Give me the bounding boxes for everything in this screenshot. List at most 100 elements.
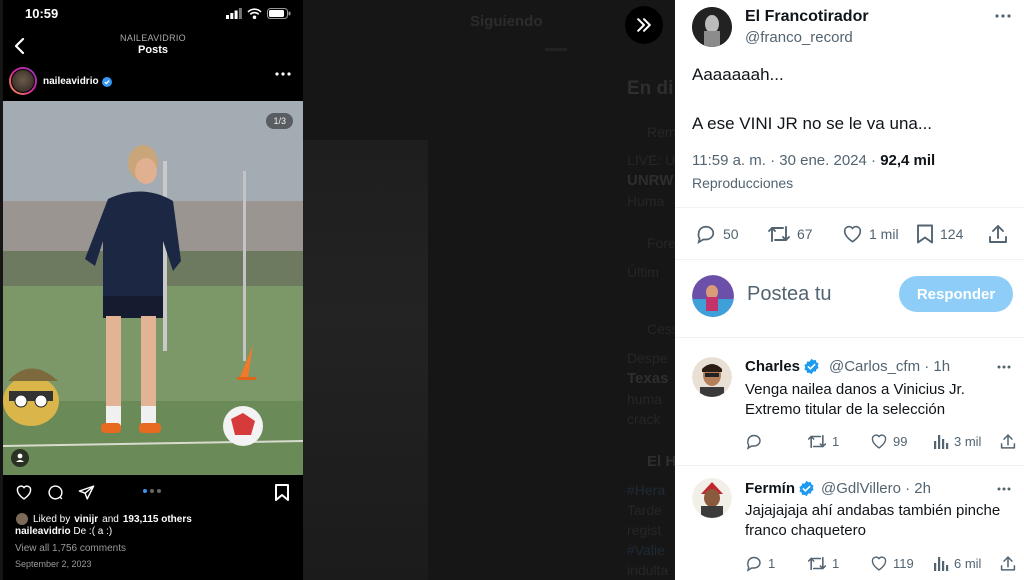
more-horizontal-icon [997,365,1011,369]
profile-username-header: NAILEAVIDRIO [120,33,186,43]
reply-author-avatar[interactable] [692,478,732,518]
reply-views-button[interactable]: 3 mil [933,433,981,449]
reply-button[interactable]: 50 [695,224,739,244]
reply-bubble-icon [695,224,717,244]
author-handle-link[interactable]: naileavidrio [43,76,112,87]
current-user-avatar[interactable] [692,275,734,317]
liked-by-and: and [102,513,119,525]
post-caption: naileavidrio De :( a :) [15,526,112,537]
page-title: Posts [138,44,168,56]
more-horizontal-icon [275,72,291,76]
author-handle[interactable]: @franco_record [745,29,853,46]
author-avatar[interactable] [692,7,732,47]
share-upload-icon [988,224,1008,244]
reply-repost-button[interactable]: 1 [807,433,839,450]
reply-text-line: Jajajajaja ahí andabas también pinche [745,502,1001,519]
reply-reply-button[interactable] [745,433,768,450]
status-bar-icons [226,8,291,19]
more-horizontal-icon [997,487,1011,491]
reply-author-name: Fermín [745,480,796,497]
bookmark-count: 124 [940,226,964,242]
caption-text: De :( a :) [73,526,113,537]
repost-arrows-icon [807,555,827,572]
signal-icon [226,8,242,19]
comment-bubble-icon[interactable] [47,484,64,501]
liked-by-count[interactable]: 193,115 others [123,514,192,525]
repost-button[interactable]: 67 [767,224,813,244]
background-media [303,140,428,580]
post-options-button[interactable] [275,72,291,76]
bookmark-button[interactable]: 124 [916,224,963,244]
tweet-text-line: A ese VINI JR no se le va una... [692,114,933,133]
background-tab-indicator [545,48,567,51]
reply-repost-count: 1 [832,434,840,449]
tweet-timestamp-row: 11:59 a. m. · 30 ene. 2024 · 92,4 mil [692,152,935,169]
verified-badge-icon [798,480,815,497]
reply-options-button[interactable] [997,365,1011,369]
background-trending-line: Huma [627,193,665,209]
analytics-bars-icon [933,555,949,571]
like-heart-icon [870,433,888,449]
reply-count: 50 [723,226,739,242]
instagram-post-screenshot: 10:59 NAILEAVIDRIO Posts naileavidrio 1/… [3,0,303,580]
battery-icon [267,8,291,19]
reply-author-handle[interactable]: @Carlos_cfm · 1h [829,358,950,375]
liked-by-summary[interactable]: Liked by vinijr and 193,115 others [15,512,192,526]
divider [675,259,1024,260]
save-bookmark-button[interactable] [275,484,289,501]
divider [675,207,1024,208]
bookmark-icon [916,224,934,244]
like-button[interactable]: 1 mil [842,224,899,243]
reply-composer-input[interactable]: Postea tu [747,283,832,306]
reply-views-count: 6 mil [954,555,982,571]
background-trending-line: El H [647,453,675,470]
share-paper-plane-icon[interactable] [78,484,95,501]
tweet-thread-panel: El Francotirador @franco_record Aaaaaaah… [675,0,1024,580]
verified-badge-icon [803,358,820,375]
reply-author-avatar[interactable] [692,357,732,397]
person-icon [11,449,29,467]
analytics-bars-icon [933,433,949,449]
like-heart-icon[interactable] [15,484,33,501]
reply-submit-button[interactable]: Responder [899,276,1013,312]
verified-badge-icon [101,76,112,87]
tweet-timestamp[interactable]: 11:59 a. m. · 30 ene. 2024 · [692,152,876,169]
carousel-dot [157,489,161,493]
carousel-dot [150,489,154,493]
reply-like-button[interactable]: 99 [870,433,907,449]
wifi-icon [247,8,262,19]
reply-views-button[interactable]: 6 mil [933,555,981,571]
reply-author-handle[interactable]: @GdlVillero · 2h [821,480,931,497]
reply-reply-button[interactable]: 1 [745,555,775,572]
tweet-views-label: Reproducciones [692,175,794,191]
reply-reply-count: 1 [768,556,776,571]
tweet-options-button[interactable] [995,14,1011,18]
view-all-comments-link[interactable]: View all 1,756 comments [15,543,126,554]
reply-text-line: Extremo titular de la selección [745,401,946,418]
background-tab-title[interactable]: Siguiendo [470,13,543,30]
liked-by-user[interactable]: vinijr [74,514,98,525]
reply-share-button[interactable] [1000,433,1016,450]
share-button[interactable] [988,224,1008,244]
background-trending-line: regist [627,522,662,538]
reply-repost-button[interactable]: 1 [807,555,839,572]
background-trending-line: #Valie [627,542,665,558]
reply-author-name-link[interactable]: Fermín [745,480,815,497]
expand-panel-button[interactable] [625,6,663,44]
reply-author-name-link[interactable]: Charles [745,358,820,375]
post-photo[interactable]: 1/3 [3,101,303,475]
background-trending-line: indulta [627,562,669,578]
reply-share-button[interactable] [1000,555,1016,572]
caption-user[interactable]: naileavidrio [15,526,71,537]
share-upload-icon [1000,555,1016,572]
double-chevron-right-icon [634,15,654,35]
background-trending-line: Texas [627,370,669,387]
reply-like-button[interactable]: 119 [870,555,914,571]
tagged-people-button[interactable] [11,449,29,467]
author-name[interactable]: El Francotirador [745,8,869,26]
divider [675,465,1024,466]
author-avatar[interactable] [9,67,37,95]
reply-author-name: Charles [745,358,801,375]
reply-bubble-icon [745,433,763,450]
reply-options-button[interactable] [997,487,1011,491]
